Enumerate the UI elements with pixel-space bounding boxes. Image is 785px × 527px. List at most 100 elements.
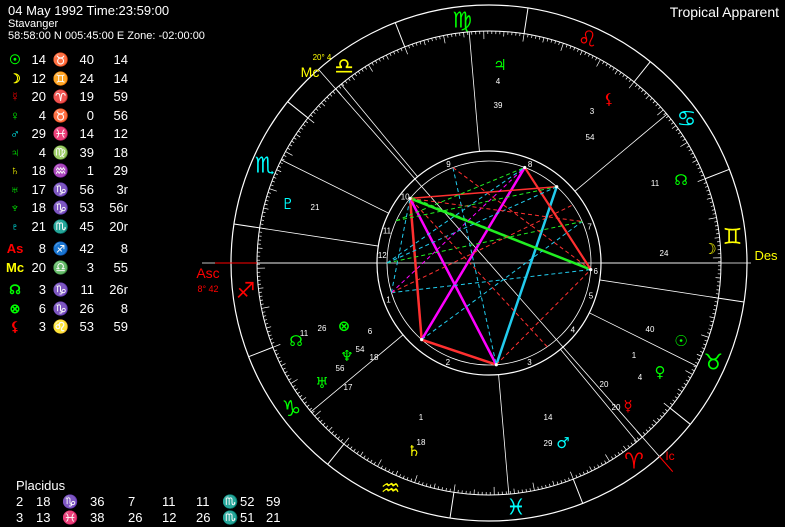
wheel-planet-icon: ☉ [674,332,687,350]
mc-label: Mc [301,64,320,80]
wheel-planet-icon: ♅ [315,374,328,392]
degree-tick [331,431,334,434]
degree-tick [277,356,281,359]
degree-tick [527,34,529,38]
degree-tick [378,58,381,62]
wheel-planet-degree: 26 [318,324,327,333]
degree-tick [283,154,287,157]
degree-tick [419,41,422,45]
house-number: 7 [587,222,592,231]
degree-tick [354,73,357,77]
degree-tick [415,42,418,46]
degree-tick [700,174,704,177]
degree-tick [445,487,447,492]
degree-tick [285,151,293,156]
degree-tick [691,369,695,372]
degree-tick [427,39,429,43]
degree-tick [605,454,610,462]
degree-tick [692,156,696,159]
zodiac-sign-icon: ♓ [506,496,526,521]
degree-tick [404,46,408,55]
degree-tick [695,361,699,364]
degree-tick [396,49,399,53]
degree-tick [295,133,301,138]
degree-tick [269,188,277,192]
degree-tick [385,54,389,60]
degree-tick [680,135,684,138]
degree-tick [652,419,657,424]
zodiac-sign-icon: ♐ [236,279,256,304]
degree-tick [682,138,686,141]
ic-label: Ic [665,449,674,463]
degree-tick [261,306,270,309]
degree-tick [703,182,707,184]
degree-tick [665,115,669,119]
sign-boundary [523,7,529,34]
degree-tick [714,237,720,239]
house-number: 8 [528,160,533,169]
degree-tick [690,152,694,155]
degree-tick [298,130,301,133]
degree-tick [664,409,668,412]
degree-tick [713,305,718,307]
wheel-planet-degree: 1 [632,351,637,360]
zodiac-sign-icon: ♈ [624,449,644,474]
degree-tick [696,353,702,357]
degree-tick [655,103,659,107]
degree-tick [692,159,698,163]
degree-tick [531,34,533,39]
zodiac-sign-icon: ♋ [677,107,697,132]
degree-tick [535,35,537,39]
sign-boundary [704,168,730,180]
degree-tick [641,89,644,93]
wheel-planet-minutes: 18 [370,353,379,362]
degree-tick [710,320,714,323]
sign-boundary [449,492,455,519]
degree-tick [713,309,717,311]
degree-tick [408,45,410,49]
degree-tick [708,328,712,331]
degree-tick [539,36,541,40]
degree-tick [711,209,715,211]
degree-tick [309,407,313,411]
degree-tick [268,334,272,337]
degree-tick [541,485,543,489]
degree-tick [364,66,367,70]
aspect-node [420,338,424,342]
degree-tick [282,367,286,370]
degree-tick [714,221,718,223]
degree-tick [443,35,446,44]
degree-tick [714,301,718,303]
wheel-planet-icon: ♆ [340,347,353,365]
wheel-planet-degree: 1 [419,413,424,422]
degree-tick [546,38,549,42]
aspect-node [494,363,498,367]
degree-tick [570,471,574,480]
sign-boundary [718,297,745,303]
degree-tick [604,460,607,464]
degree-tick [600,462,603,466]
degree-tick [317,416,320,420]
aspect-line [410,197,583,223]
degree-tick [334,433,337,437]
wheel-planet-degree: 11 [651,179,660,188]
wheel-planet-icon: ☿ [623,397,632,415]
degree-tick [589,466,593,472]
degree-tick [290,379,298,384]
degree-tick [312,111,316,114]
house-number: 12 [378,251,387,260]
degree-tick [429,484,432,488]
zodiac-sign-icon: ♌ [578,28,598,53]
degree-tick [262,211,266,213]
degree-tick [677,131,681,135]
degree-tick [353,448,356,452]
degree-tick [677,393,680,396]
degree-tick [269,338,273,341]
degree-tick [686,145,690,148]
degree-tick [708,217,717,220]
degree-tick [406,477,409,481]
degree-tick [286,374,290,377]
degree-tick [382,56,385,60]
degree-tick [328,426,333,431]
sign-boundary [572,478,584,504]
